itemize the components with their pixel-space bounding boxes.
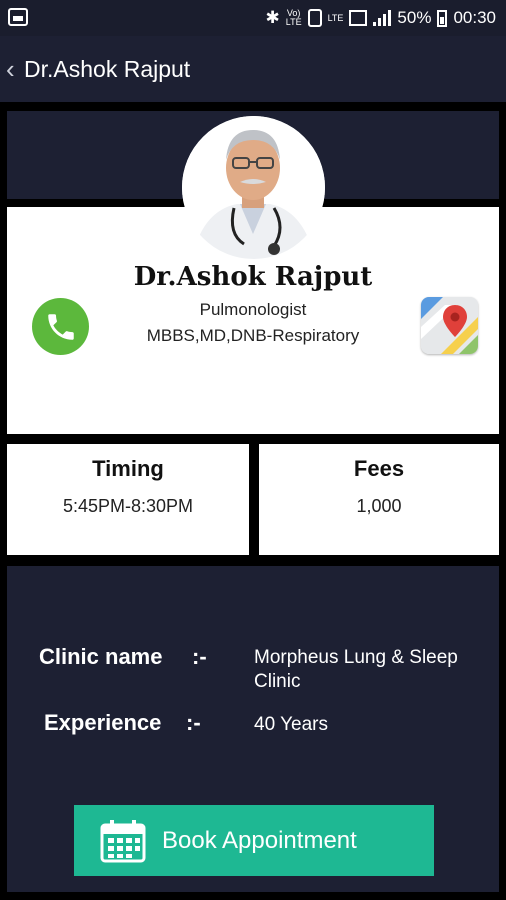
bluetooth-icon: ✱ <box>265 8 280 27</box>
data-saver-icon <box>307 9 322 27</box>
experience-separator: :- <box>186 710 201 735</box>
battery-icon <box>437 9 448 27</box>
fees-heading: Fees <box>353 456 405 481</box>
battery-percent: 50% <box>397 8 432 27</box>
doctor-name: Dr.Ashok Rajput <box>133 262 373 292</box>
volte-icon: Vo) LTE <box>285 8 302 27</box>
clinic-name-separator: :- <box>192 644 207 669</box>
experience-label: Experience <box>44 710 162 735</box>
clock: 00:30 <box>453 8 496 27</box>
calendar-icon <box>100 819 146 862</box>
status-bar: ✱ Vo) LTE LTE 50% 00:30 <box>0 0 506 36</box>
lte-icon: LTE <box>327 12 344 23</box>
fees-value: 1,000 <box>356 496 402 516</box>
clinic-name-value-line2: Clinic <box>254 671 301 692</box>
map-button[interactable] <box>421 297 478 354</box>
timing-value: 5:45PM-8:30PM <box>62 496 194 516</box>
status-icons: ✱ Vo) LTE LTE 50% 00:30 <box>265 0 496 36</box>
page-title: Dr.Ashok Rajput <box>24 55 191 82</box>
signal-strength-icon <box>373 10 392 26</box>
map-pin-icon <box>421 297 478 354</box>
fees-box: Fees 1,000 <box>259 444 499 555</box>
app-bar: ‹ Dr.Ashok Rajput <box>0 36 506 102</box>
signal-box-icon <box>349 10 368 26</box>
timing-heading: Timing <box>92 456 164 481</box>
experience-value: 40 Years <box>254 714 328 735</box>
book-appointment-label: Book Appointment <box>162 826 357 854</box>
book-appointment-button[interactable]: Book Appointment <box>74 805 434 876</box>
clinic-name-value-line1: Morpheus Lung & Sleep <box>254 647 458 668</box>
screen: { "status_bar": { "volte_label": "Vo)\nL… <box>0 0 506 900</box>
call-button[interactable] <box>32 298 89 355</box>
timing-box: Timing 5:45PM-8:30PM <box>7 444 249 555</box>
doctor-photo-icon <box>182 116 325 259</box>
clinic-name-label: Clinic name <box>39 644 163 669</box>
chevron-left-icon[interactable]: ‹ <box>0 54 24 85</box>
phone-icon <box>47 313 74 340</box>
doctor-avatar <box>182 116 325 259</box>
notification-image-icon <box>8 8 28 26</box>
